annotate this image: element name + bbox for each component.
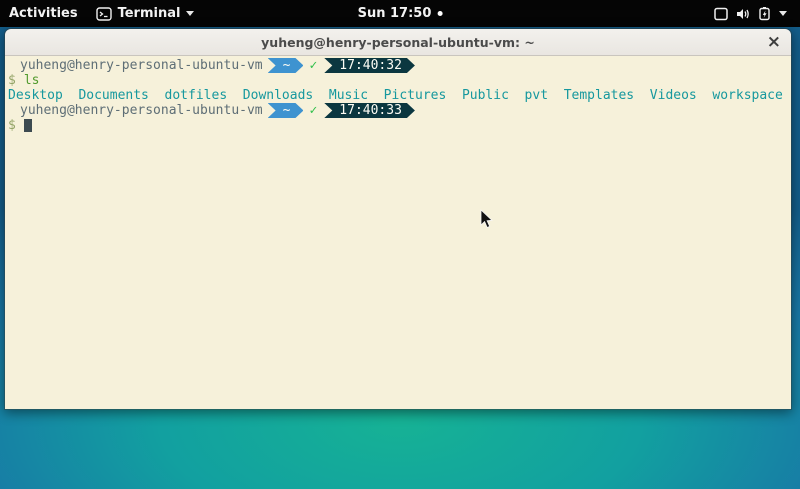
display-icon (713, 7, 729, 21)
prompt-line-1: yuheng@henry-personal-ubuntu-vm ~ ✓ 17:4… (8, 58, 789, 73)
top-bar-left: Activities Terminal (0, 0, 203, 27)
activities-button[interactable]: Activities (0, 0, 87, 27)
app-menu-label: Terminal (118, 6, 181, 21)
notification-dot-icon (437, 11, 442, 16)
prompt-cwd-segment: ~ (268, 103, 304, 118)
window-title: yuheng@henry-personal-ubuntu-vm: ~ (261, 35, 535, 50)
volume-icon (735, 7, 751, 21)
top-bar: Activities Terminal Sun 17:50 (0, 0, 800, 27)
prompt-dollar: $ (8, 118, 16, 133)
terminal-cursor (24, 119, 32, 132)
terminal-window: yuheng@henry-personal-ubuntu-vm: ~ × yuh… (4, 28, 792, 410)
prompt-cwd-segment: ~ (268, 58, 304, 73)
window-titlebar[interactable]: yuheng@henry-personal-ubuntu-vm: ~ × (5, 29, 791, 56)
prompt-user: yuheng@henry-personal-ubuntu-vm (20, 103, 263, 118)
chevron-down-icon (779, 11, 787, 16)
prompt-line-2: yuheng@henry-personal-ubuntu-vm ~ ✓ 17:4… (8, 103, 789, 118)
status-check-icon: ✓ (309, 58, 317, 73)
current-command-line: $ (8, 118, 789, 133)
battery-charging-icon (757, 7, 773, 21)
prompt-time-segment: 17:40:32 (324, 58, 415, 73)
clock-label: Sun 17:50 (358, 6, 432, 21)
clock-button[interactable]: Sun 17:50 (349, 0, 452, 27)
prompt-user: yuheng@henry-personal-ubuntu-vm (20, 58, 263, 73)
prompt-time-segment: 17:40:33 (324, 103, 415, 118)
command-line: $ ls (8, 73, 789, 88)
terminal-app-icon (96, 7, 112, 21)
status-check-icon: ✓ (309, 103, 317, 118)
chevron-down-icon (186, 11, 194, 16)
desktop: Activities Terminal Sun 17:50 (0, 0, 800, 489)
close-button[interactable]: × (767, 30, 781, 55)
command-text: ls (24, 73, 40, 88)
ls-output: Desktop Documents dotfiles Downloads Mus… (8, 88, 789, 103)
prompt-dollar: $ (8, 73, 16, 88)
system-status-area[interactable] (704, 0, 796, 27)
terminal-content[interactable]: yuheng@henry-personal-ubuntu-vm ~ ✓ 17:4… (5, 56, 791, 409)
app-menu-button[interactable]: Terminal (87, 0, 204, 27)
